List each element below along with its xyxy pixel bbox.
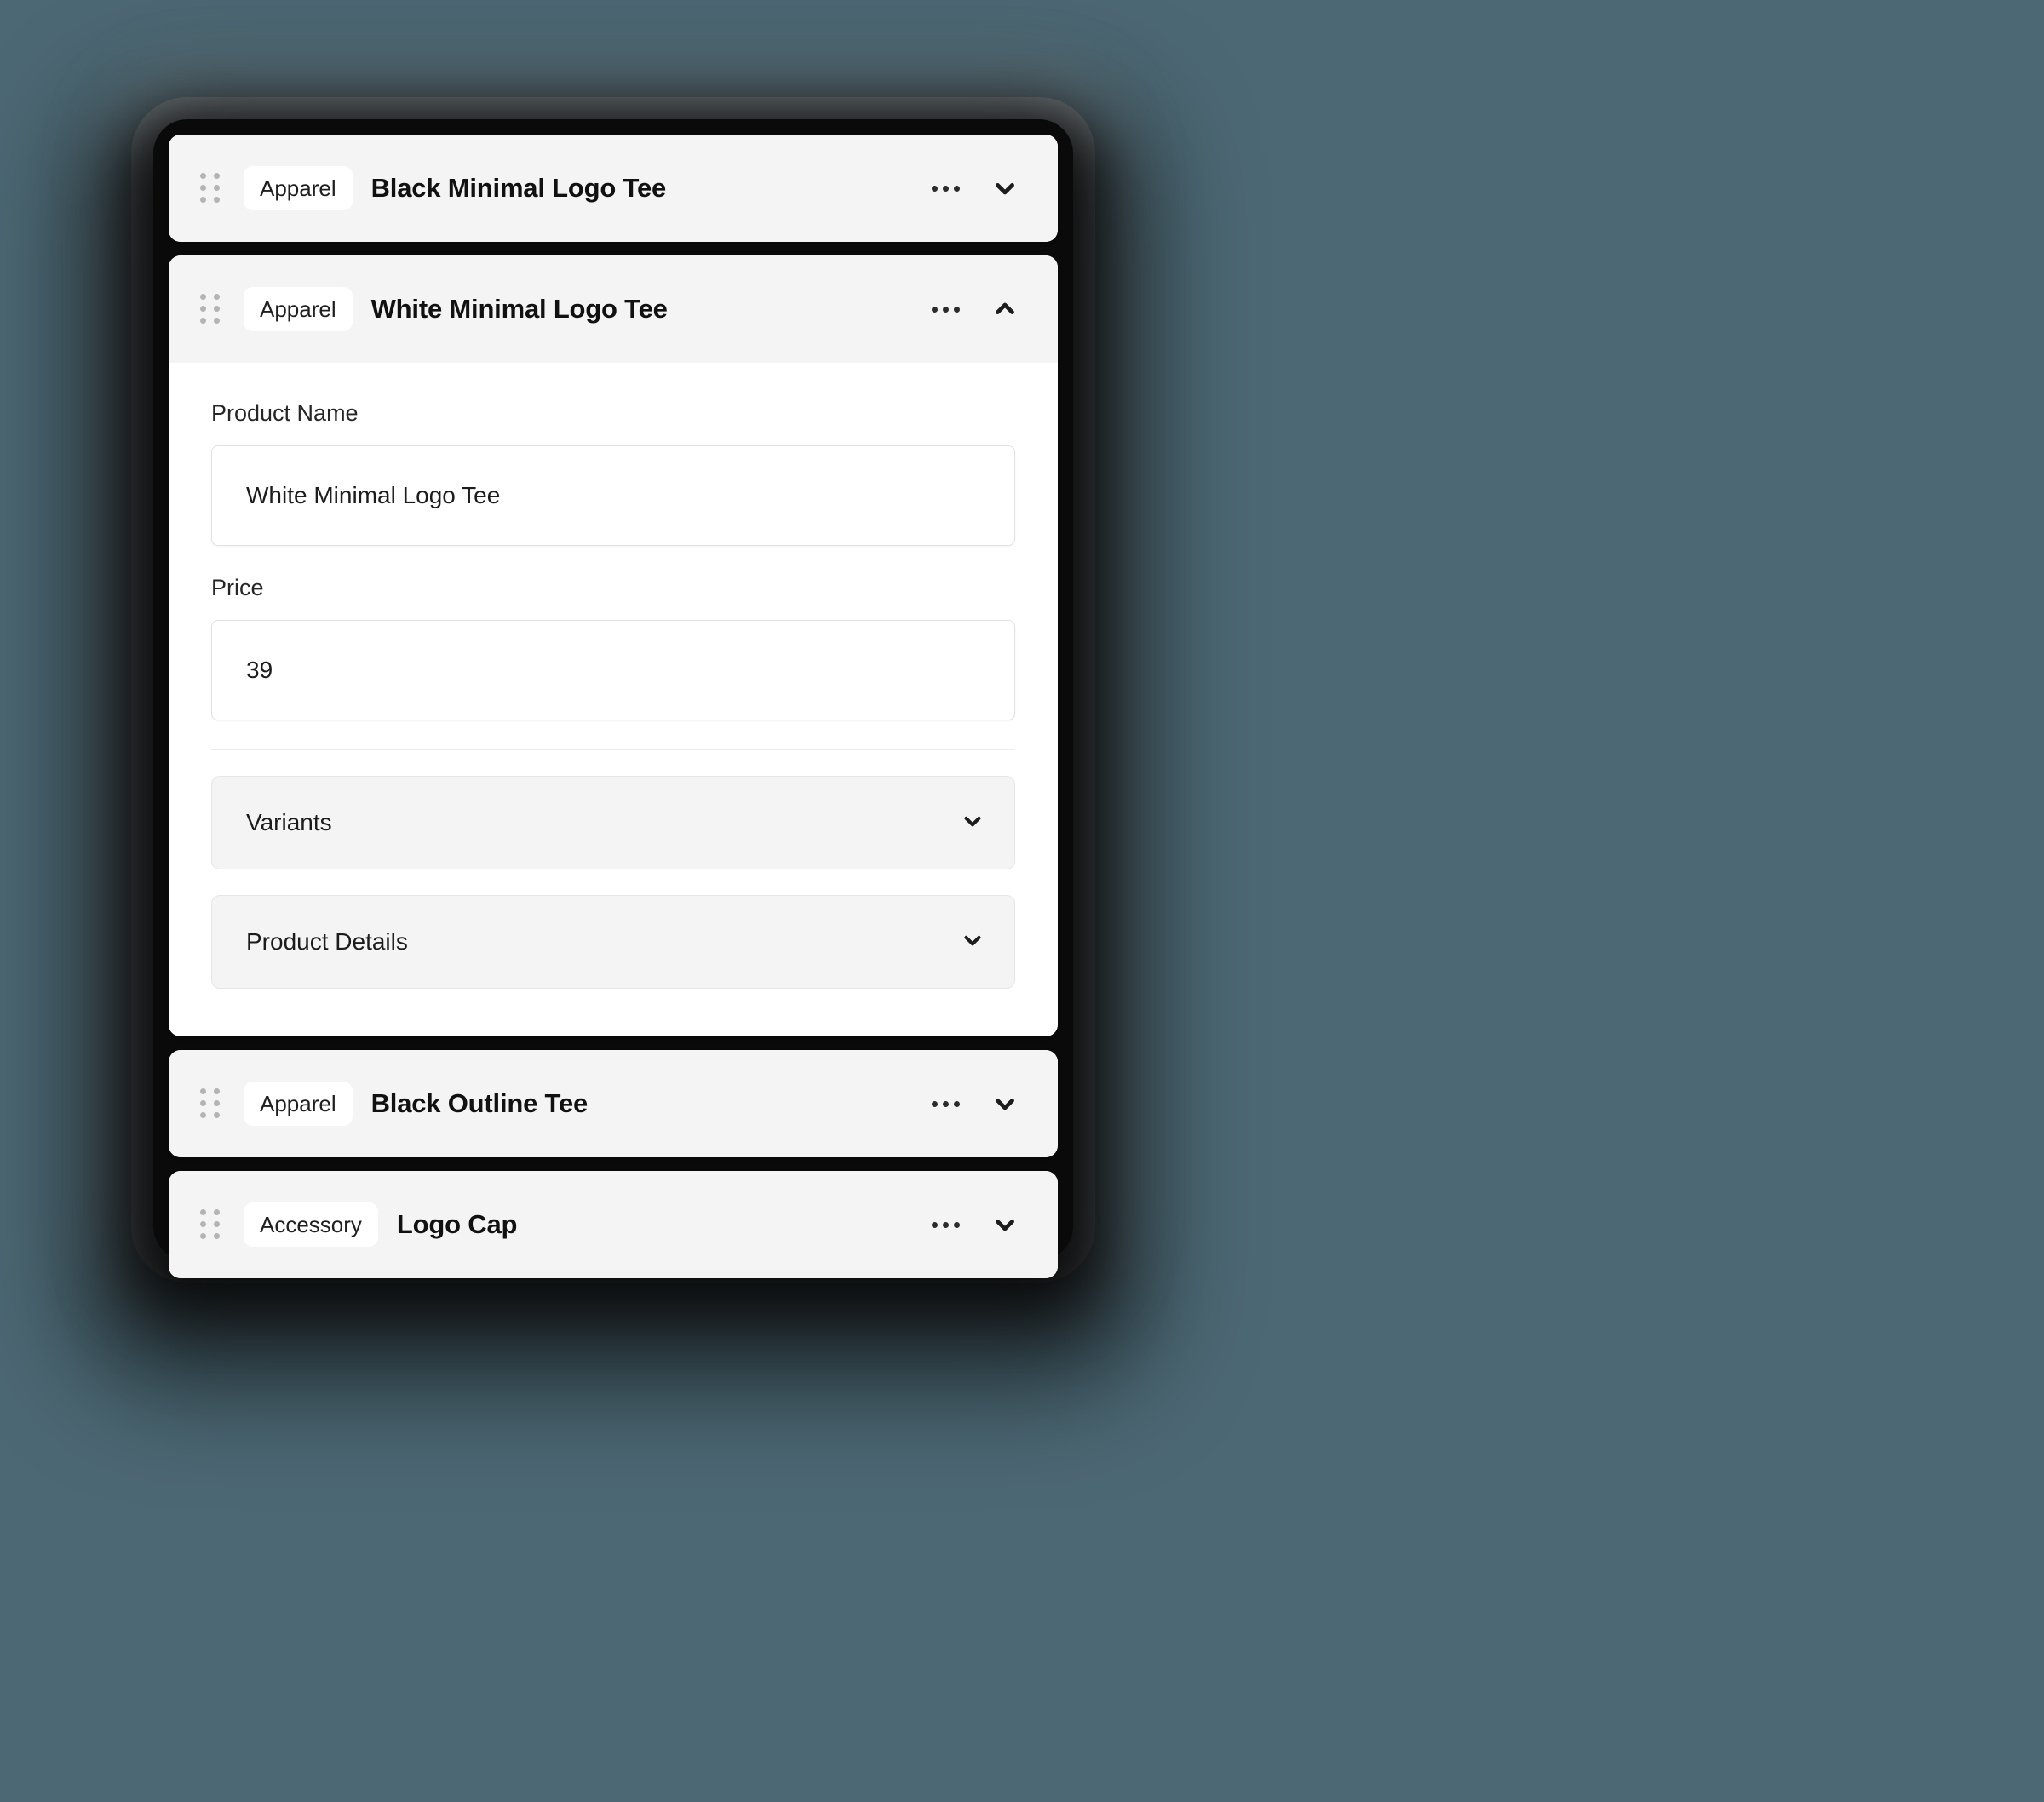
- product-title: Black Minimal Logo Tee: [370, 173, 667, 203]
- section-product-details[interactable]: Product Details: [211, 895, 1015, 989]
- product-card-white-minimal-logo-tee[interactable]: Apparel White Minimal Logo Tee Product N…: [169, 255, 1058, 1036]
- product-list-container: Apparel Black Minimal Logo Tee Apparel W…: [153, 119, 1073, 1278]
- section-label: Product Details: [246, 928, 408, 955]
- category-badge: Accessory: [244, 1202, 378, 1247]
- drag-handle-icon[interactable]: [199, 1088, 221, 1118]
- chevron-down-icon[interactable]: [981, 1201, 1029, 1248]
- divider: [211, 749, 1015, 750]
- product-card-black-outline-tee[interactable]: Apparel Black Outline Tee: [169, 1050, 1058, 1157]
- product-title: White Minimal Logo Tee: [370, 294, 668, 324]
- more-options-icon[interactable]: [922, 1201, 969, 1248]
- card-header[interactable]: Apparel White Minimal Logo Tee: [169, 255, 1058, 363]
- more-options-icon[interactable]: [922, 285, 969, 333]
- product-card-logo-cap[interactable]: Accessory Logo Cap: [169, 1171, 1058, 1278]
- product-card-black-minimal-logo-tee[interactable]: Apparel Black Minimal Logo Tee: [169, 135, 1058, 242]
- price-field-block: Price: [211, 575, 1015, 720]
- chevron-down-icon[interactable]: [981, 1080, 1029, 1128]
- price-input[interactable]: [211, 620, 1015, 720]
- product-name-field-block: Product Name: [211, 400, 1015, 546]
- product-name-input[interactable]: [211, 445, 1015, 546]
- product-form: Product Name Price Variants Product Deta…: [169, 363, 1058, 1036]
- category-badge: Apparel: [244, 1082, 353, 1126]
- drag-handle-icon[interactable]: [199, 1209, 221, 1239]
- more-options-icon[interactable]: [922, 1080, 969, 1128]
- drag-handle-icon[interactable]: [199, 173, 221, 203]
- chevron-down-icon[interactable]: [960, 927, 985, 957]
- chevron-down-icon[interactable]: [960, 808, 985, 838]
- card-header[interactable]: Apparel Black Minimal Logo Tee: [169, 135, 1058, 242]
- more-options-icon[interactable]: [922, 164, 969, 212]
- category-badge: Apparel: [244, 166, 353, 210]
- chevron-up-icon[interactable]: [981, 285, 1029, 333]
- section-label: Variants: [246, 809, 332, 835]
- category-badge: Apparel: [244, 287, 353, 331]
- card-header[interactable]: Accessory Logo Cap: [169, 1171, 1058, 1278]
- product-title: Black Outline Tee: [370, 1088, 589, 1118]
- drag-handle-icon[interactable]: [199, 294, 221, 324]
- price-label: Price: [211, 575, 264, 600]
- section-variants[interactable]: Variants: [211, 776, 1015, 869]
- card-header[interactable]: Apparel Black Outline Tee: [169, 1050, 1058, 1157]
- product-title: Logo Cap: [396, 1209, 518, 1239]
- chevron-down-icon[interactable]: [981, 164, 1029, 212]
- product-name-label: Product Name: [211, 400, 359, 426]
